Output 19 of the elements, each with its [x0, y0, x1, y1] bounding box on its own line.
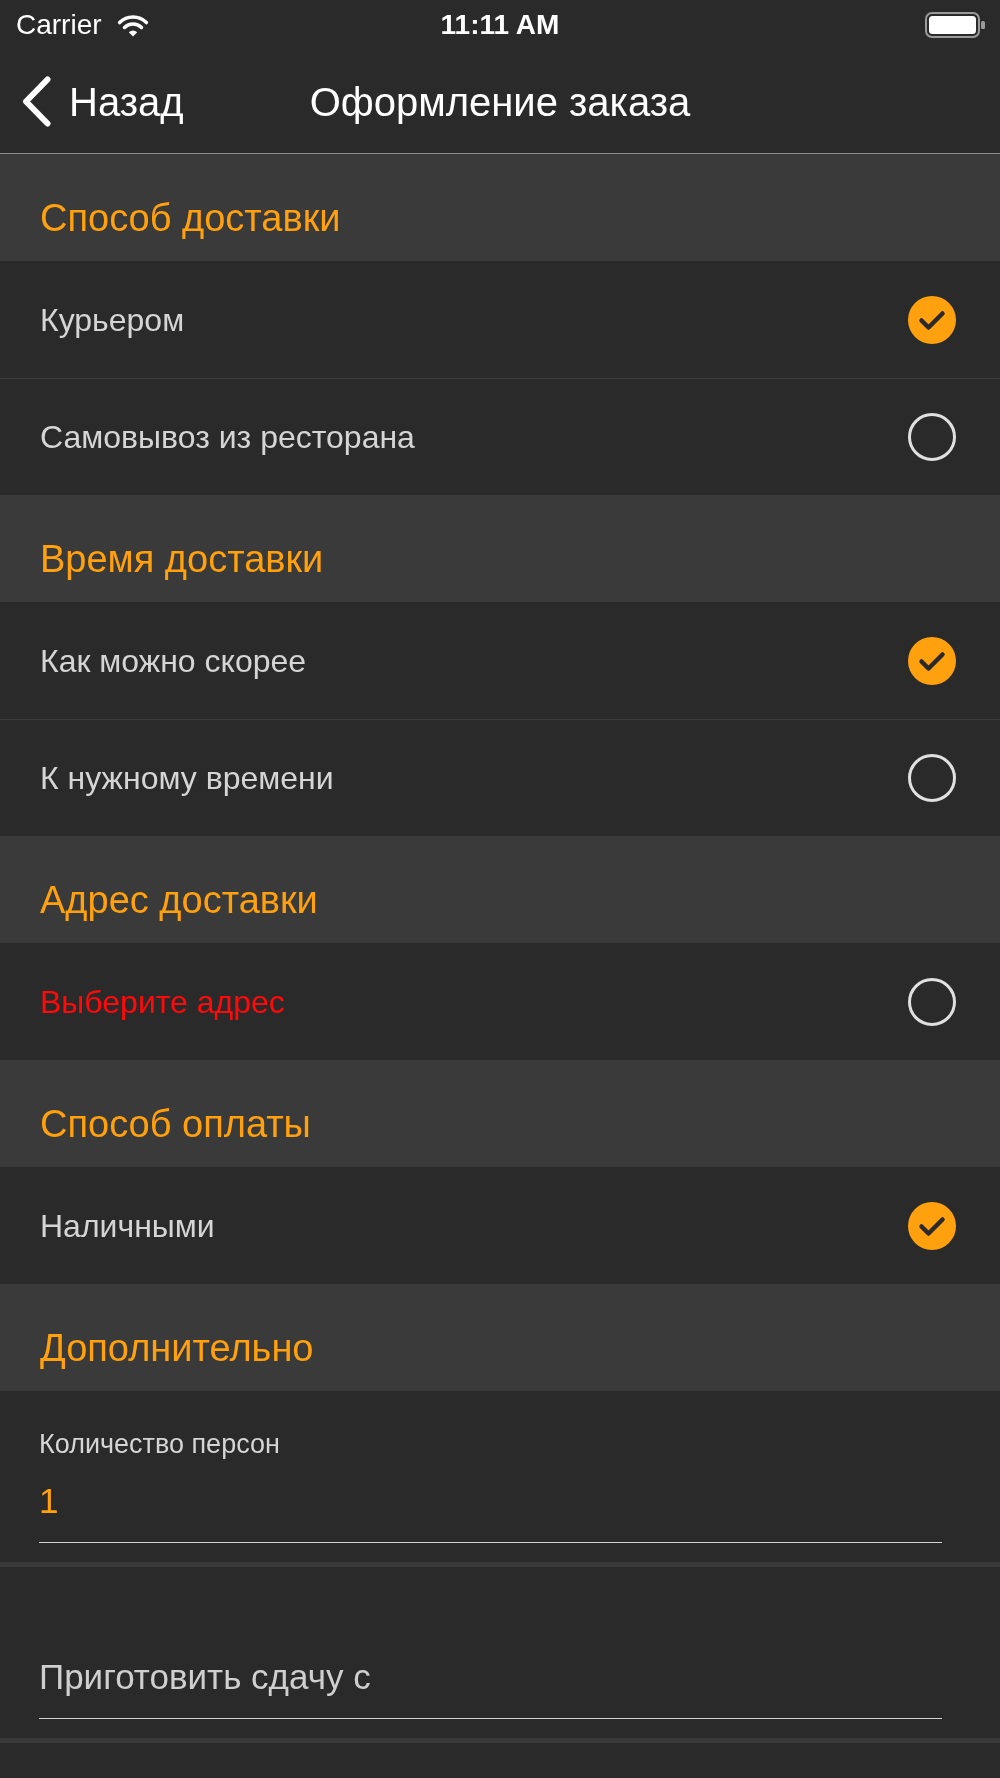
- option-row[interactable]: Курьером: [0, 261, 1000, 378]
- section-header: Адрес доставки: [0, 836, 1000, 943]
- option-row[interactable]: Как можно скорее: [0, 602, 1000, 719]
- option-row[interactable]: Наличными: [0, 1167, 1000, 1284]
- section-header: Дополнительно: [0, 1284, 1000, 1391]
- screen-title: Оформление заказа: [309, 78, 691, 126]
- clock-time: 11:11 AM: [440, 9, 560, 41]
- section-header: Время доставки: [0, 495, 1000, 602]
- input-field[interactable]: Приготовить сдачу с: [39, 1635, 942, 1719]
- section-header: Способ доставки: [0, 154, 1000, 261]
- input-field[interactable]: 1: [39, 1459, 942, 1543]
- section-header: Способ оплаты: [0, 1060, 1000, 1167]
- chevron-left-icon: [22, 76, 51, 127]
- carrier-label: Carrier: [16, 9, 102, 41]
- field-label: Количество персон: [39, 1429, 281, 1459]
- battery-icon: [925, 12, 985, 38]
- option-row[interactable]: Выберите адрес: [0, 943, 1000, 1060]
- back-button[interactable]: Назад: [0, 76, 184, 127]
- wifi-icon: [115, 13, 150, 37]
